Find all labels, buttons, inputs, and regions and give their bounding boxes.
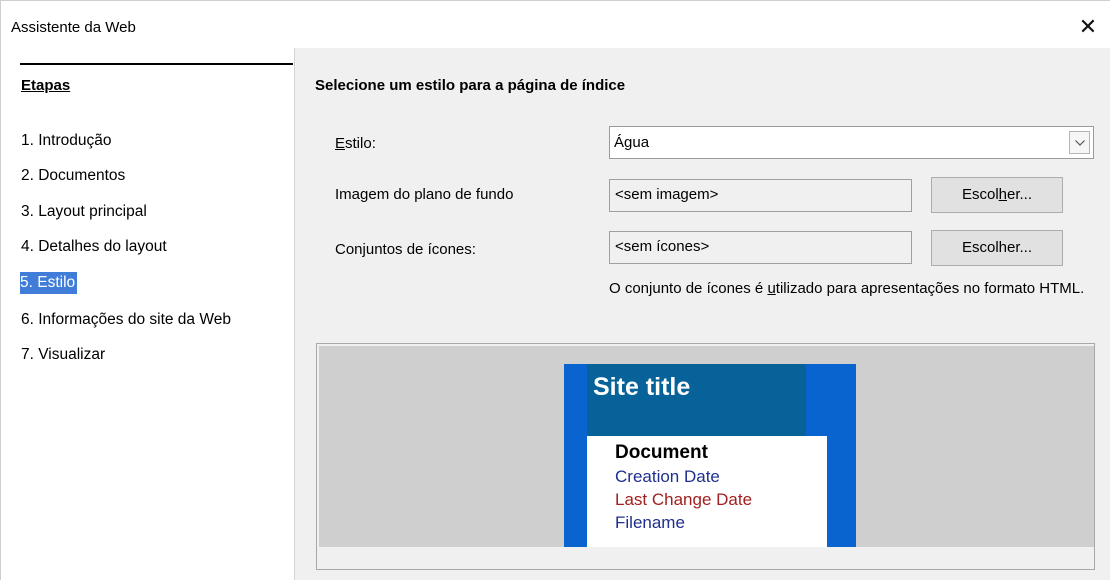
- preview-document-title: Document: [615, 442, 708, 463]
- choose-icons-button[interactable]: Escolher...: [931, 230, 1063, 266]
- icon-sets-label: Conjuntos de ícones:: [335, 241, 476, 258]
- preview-page-frame: Site title Document Creation Date Last C…: [564, 364, 856, 547]
- step-introducao[interactable]: 1. Introdução: [21, 130, 113, 152]
- window-title: Assistente da Web: [11, 19, 136, 36]
- title-bar: Assistente da Web ✕: [1, 1, 1110, 48]
- background-image-value: <sem imagem>: [615, 186, 719, 203]
- preview-content: Document Creation Date Last Change Date …: [587, 436, 827, 547]
- preview-canvas: Site title Document Creation Date Last C…: [319, 346, 1094, 547]
- preview-site-title: Site title: [593, 373, 691, 401]
- style-label: Estilo:: [335, 135, 376, 152]
- step-estilo[interactable]: 5. Estilo: [20, 272, 78, 294]
- icon-sets-value: <sem ícones>: [615, 238, 710, 255]
- background-image-field: <sem imagem>: [609, 179, 912, 212]
- style-select-value: Água: [614, 134, 650, 151]
- section-title: Selecione um estilo para a página de índ…: [315, 77, 626, 94]
- style-preview: Site title Document Creation Date Last C…: [316, 343, 1095, 570]
- preview-header: Site title: [587, 364, 806, 436]
- icon-sets-field: <sem ícones>: [609, 231, 912, 264]
- step-layout-principal[interactable]: 3. Layout principal: [21, 201, 149, 223]
- steps-divider: [20, 63, 293, 65]
- preview-creation-date: Creation Date: [615, 467, 720, 486]
- choose-background-button[interactable]: Escolher...: [931, 177, 1063, 213]
- background-image-label: Imagem do plano de fundo: [335, 186, 514, 203]
- close-button[interactable]: ✕: [1065, 9, 1110, 45]
- preview-last-change-date: Last Change Date: [615, 490, 753, 509]
- chevron-down-icon[interactable]: [1069, 131, 1090, 154]
- steps-panel: Etapas 1. Introdução 2. Documentos 3. La…: [1, 48, 294, 580]
- steps-heading: Etapas: [21, 77, 71, 94]
- style-select[interactable]: Água: [609, 126, 1094, 159]
- step-documentos[interactable]: 2. Documentos: [21, 165, 127, 187]
- web-wizard-dialog: Assistente da Web ✕ Etapas 1. Introdução…: [0, 0, 1110, 580]
- step-informacoes-site[interactable]: 6. Informações do site da Web: [21, 309, 233, 331]
- icon-sets-note: O conjunto de ícones é utilizado para ap…: [609, 280, 1085, 297]
- step-visualizar[interactable]: 7. Visualizar: [21, 344, 107, 366]
- style-page: Selecione um estilo para a página de índ…: [295, 48, 1110, 580]
- close-icon: ✕: [1078, 14, 1098, 39]
- preview-filename: Filename: [615, 513, 685, 532]
- step-detalhes-layout[interactable]: 4. Detalhes do layout: [21, 236, 169, 258]
